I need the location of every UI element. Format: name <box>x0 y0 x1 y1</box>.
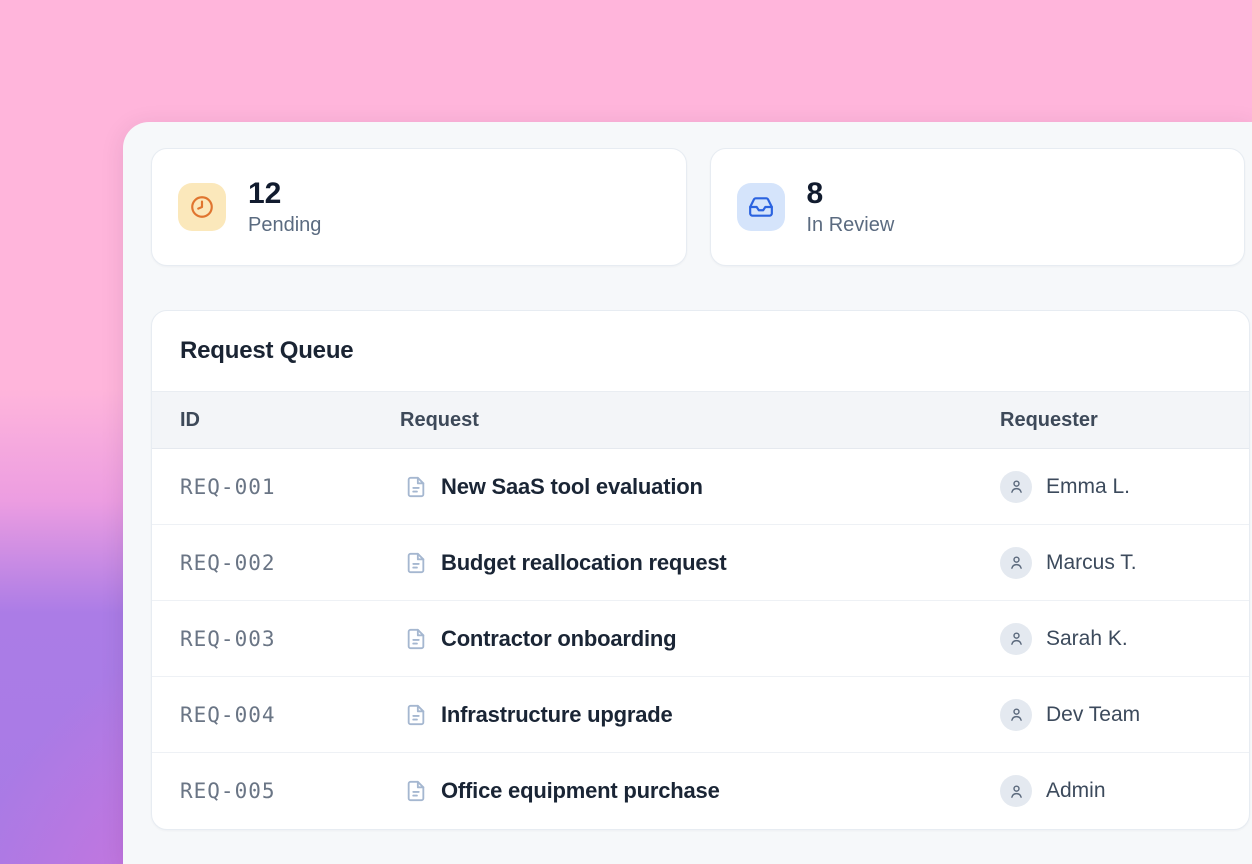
requester-name: Dev Team <box>1046 703 1140 727</box>
user-icon <box>1000 471 1032 503</box>
request-cell: Contractor onboarding <box>400 626 1000 652</box>
in-review-label: In Review <box>807 214 895 237</box>
requester-cell: Marcus T. <box>1000 547 1249 579</box>
column-header-requester: Requester <box>1000 409 1249 432</box>
stat-card-in-review: 8 In Review <box>710 148 1246 266</box>
requester-cell: Admin <box>1000 775 1249 807</box>
user-icon <box>1000 547 1032 579</box>
request-title: Office equipment purchase <box>441 778 720 804</box>
pending-count: 12 <box>248 177 321 212</box>
request-queue-card: Request Queue ID Request Requester REQ-0… <box>151 310 1250 830</box>
table-row[interactable]: REQ-001 New SaaS tool evaluation Emma L. <box>152 449 1249 525</box>
file-text-icon <box>405 780 427 802</box>
column-header-request: Request <box>400 409 1000 432</box>
request-title: Infrastructure upgrade <box>441 702 673 728</box>
pending-label: Pending <box>248 214 321 237</box>
table-row[interactable]: REQ-005 Office equipment purchase Admin <box>152 753 1249 829</box>
inbox-icon <box>737 183 785 231</box>
file-text-icon <box>405 552 427 574</box>
stats-row: 12 Pending 8 In Review <box>151 148 1245 266</box>
request-id: REQ-004 <box>180 703 400 727</box>
request-title: New SaaS tool evaluation <box>441 474 703 500</box>
request-id: REQ-002 <box>180 551 400 575</box>
column-header-id: ID <box>180 409 400 432</box>
in-review-count: 8 <box>807 177 895 212</box>
request-id: REQ-003 <box>180 627 400 651</box>
file-text-icon <box>405 476 427 498</box>
request-cell: Budget reallocation request <box>400 550 1000 576</box>
requester-name: Marcus T. <box>1046 551 1137 575</box>
request-id: REQ-001 <box>180 475 400 499</box>
card-title-row: Request Queue <box>152 311 1249 392</box>
request-cell: New SaaS tool evaluation <box>400 474 1000 500</box>
request-cell: Infrastructure upgrade <box>400 702 1000 728</box>
requester-name: Emma L. <box>1046 475 1130 499</box>
request-title: Budget reallocation request <box>441 550 727 576</box>
stat-text: 12 Pending <box>248 177 321 238</box>
user-icon <box>1000 699 1032 731</box>
requester-cell: Sarah K. <box>1000 623 1249 655</box>
user-icon <box>1000 775 1032 807</box>
table-header-row: ID Request Requester <box>152 392 1249 449</box>
stat-card-pending: 12 Pending <box>151 148 687 266</box>
table-row[interactable]: REQ-004 Infrastructure upgrade Dev Team <box>152 677 1249 753</box>
app-panel: 12 Pending 8 In Review Request Queue ID … <box>123 122 1252 864</box>
table-row[interactable]: REQ-003 Contractor onboarding Sarah K. <box>152 601 1249 677</box>
file-text-icon <box>405 628 427 650</box>
request-title: Contractor onboarding <box>441 626 676 652</box>
requester-cell: Dev Team <box>1000 699 1249 731</box>
clock-icon <box>178 183 226 231</box>
user-icon <box>1000 623 1032 655</box>
requester-cell: Emma L. <box>1000 471 1249 503</box>
table-row[interactable]: REQ-002 Budget reallocation request Marc… <box>152 525 1249 601</box>
request-cell: Office equipment purchase <box>400 778 1000 804</box>
stat-text: 8 In Review <box>807 177 895 238</box>
request-id: REQ-005 <box>180 779 400 803</box>
requester-name: Sarah K. <box>1046 627 1128 651</box>
requester-name: Admin <box>1046 779 1106 803</box>
file-text-icon <box>405 704 427 726</box>
page-title: Request Queue <box>180 337 353 365</box>
